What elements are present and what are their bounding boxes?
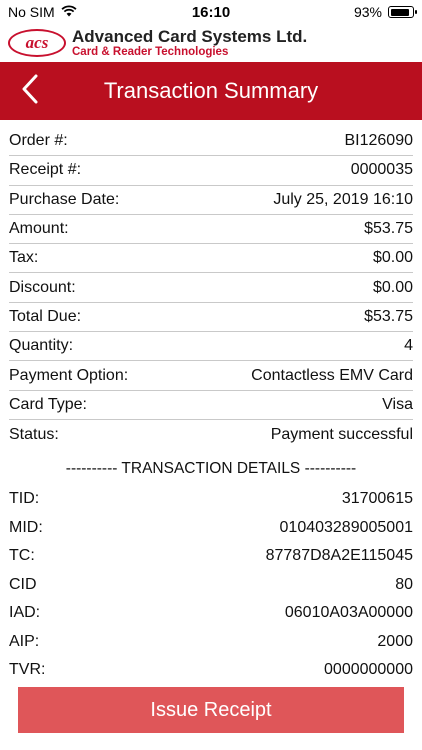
summary-row: Discount: $0.00	[9, 273, 413, 303]
summary-label: Order #:	[9, 132, 68, 150]
brand-name: Advanced Card Systems Ltd.	[72, 26, 308, 46]
detail-label: TVR:	[9, 661, 46, 679]
status-left: No SIM	[8, 4, 77, 20]
summary-row: Receipt #: 0000035	[9, 156, 413, 186]
summary-value: Payment successful	[270, 425, 413, 443]
detail-row: MID: 010403289005001	[9, 514, 413, 543]
summary-row: Total Due: $53.75	[9, 303, 413, 333]
summary-row: Amount: $53.75	[9, 215, 413, 245]
summary-label: Total Due:	[9, 307, 82, 325]
battery-percent: 93%	[353, 4, 382, 20]
detail-value: 80	[395, 575, 413, 593]
summary-value: July 25, 2019 16:10	[273, 190, 413, 208]
brand-text: Advanced Card Systems Ltd. Card & Reader…	[72, 28, 307, 59]
summary-value: $0.00	[372, 278, 413, 296]
detail-row: TID: 31700615	[9, 485, 413, 514]
detail-value: 0000000000	[324, 661, 413, 679]
summary-value: Visa	[382, 395, 413, 413]
page-title: Transaction Summary	[103, 78, 319, 103]
detail-row: TVR: 0000000000	[9, 656, 413, 685]
detail-label: AIP:	[9, 632, 40, 650]
summary-value: 0000035	[350, 161, 413, 179]
chevron-left-icon	[20, 73, 40, 110]
summary-value: BI126090	[344, 132, 413, 150]
summary-label: Tax:	[9, 249, 39, 267]
summary-row: Tax: $0.00	[9, 244, 413, 274]
detail-value: 2000	[377, 632, 413, 650]
summary-row: Status: Payment successful	[9, 420, 413, 449]
acs-logo: acs	[8, 29, 66, 57]
detail-label: TID:	[9, 490, 40, 508]
status-right: 93%	[353, 4, 417, 20]
detail-row: AIP: 2000	[9, 628, 413, 657]
summary-label: Discount:	[9, 278, 76, 296]
brand-tagline: Card & Reader Technologies	[72, 45, 229, 58]
summary-row: Order #: BI126090	[9, 127, 413, 157]
summary-value: $53.75	[364, 220, 413, 238]
battery-icon	[388, 6, 417, 18]
carrier-label: No SIM	[8, 4, 55, 20]
summary-label: Payment Option:	[9, 366, 129, 384]
summary-value: $53.75	[364, 307, 413, 325]
issue-receipt-button[interactable]: Issue Receipt	[18, 687, 404, 733]
detail-label: CID	[9, 575, 37, 593]
summary-label: Amount:	[9, 220, 69, 238]
battery-fill	[390, 8, 410, 16]
transaction-details-heading: ---------- TRANSACTION DETAILS ---------…	[65, 460, 357, 477]
detail-value: 010403289005001	[279, 518, 413, 536]
detail-label: MID:	[9, 518, 43, 536]
summary-row: Payment Option: Contactless EMV Card	[9, 361, 413, 391]
summary-label: Card Type:	[9, 395, 87, 413]
detail-label: TC:	[9, 547, 35, 565]
detail-value: 31700615	[341, 490, 413, 508]
summary-value: 4	[404, 337, 413, 355]
summary-label: Receipt #:	[9, 161, 82, 179]
summary-row: Quantity: 4	[9, 332, 413, 362]
summary-row: Card Type: Visa	[9, 391, 413, 420]
summary-list: Order #: BI126090 Receipt #: 0000035 Purchas…	[9, 127, 413, 449]
summary-row: Purchase Date: July 25, 2019 16:10	[9, 186, 413, 215]
summary-value: $0.00	[372, 249, 413, 267]
detail-label: IAD:	[9, 604, 41, 622]
detail-value: 87787D8A2E115045	[265, 547, 413, 565]
summary-label: Status:	[9, 425, 59, 443]
brand-header: acs Advanced Card Systems Ltd. Card & Re…	[0, 24, 422, 62]
summary-label: Purchase Date:	[9, 190, 120, 208]
wifi-icon	[61, 4, 77, 20]
detail-row: CID 80	[9, 571, 413, 600]
logo-text: acs	[25, 33, 49, 52]
back-button[interactable]	[0, 62, 60, 120]
details-list: TID: 31700615 MID: 010403289005001 TC: 87787D…	[9, 485, 413, 685]
detail-row: TC: 87787D8A2E115045	[9, 542, 413, 571]
detail-value: 06010A03A00000	[284, 604, 413, 622]
status-bar: No SIM 16:10 93%	[0, 0, 422, 24]
summary-value: Contactless EMV Card	[251, 366, 413, 384]
summary-label: Quantity:	[9, 337, 74, 355]
detail-row: IAD: 06010A03A00000	[9, 599, 413, 628]
nav-bar: Transaction Summary	[0, 62, 422, 120]
